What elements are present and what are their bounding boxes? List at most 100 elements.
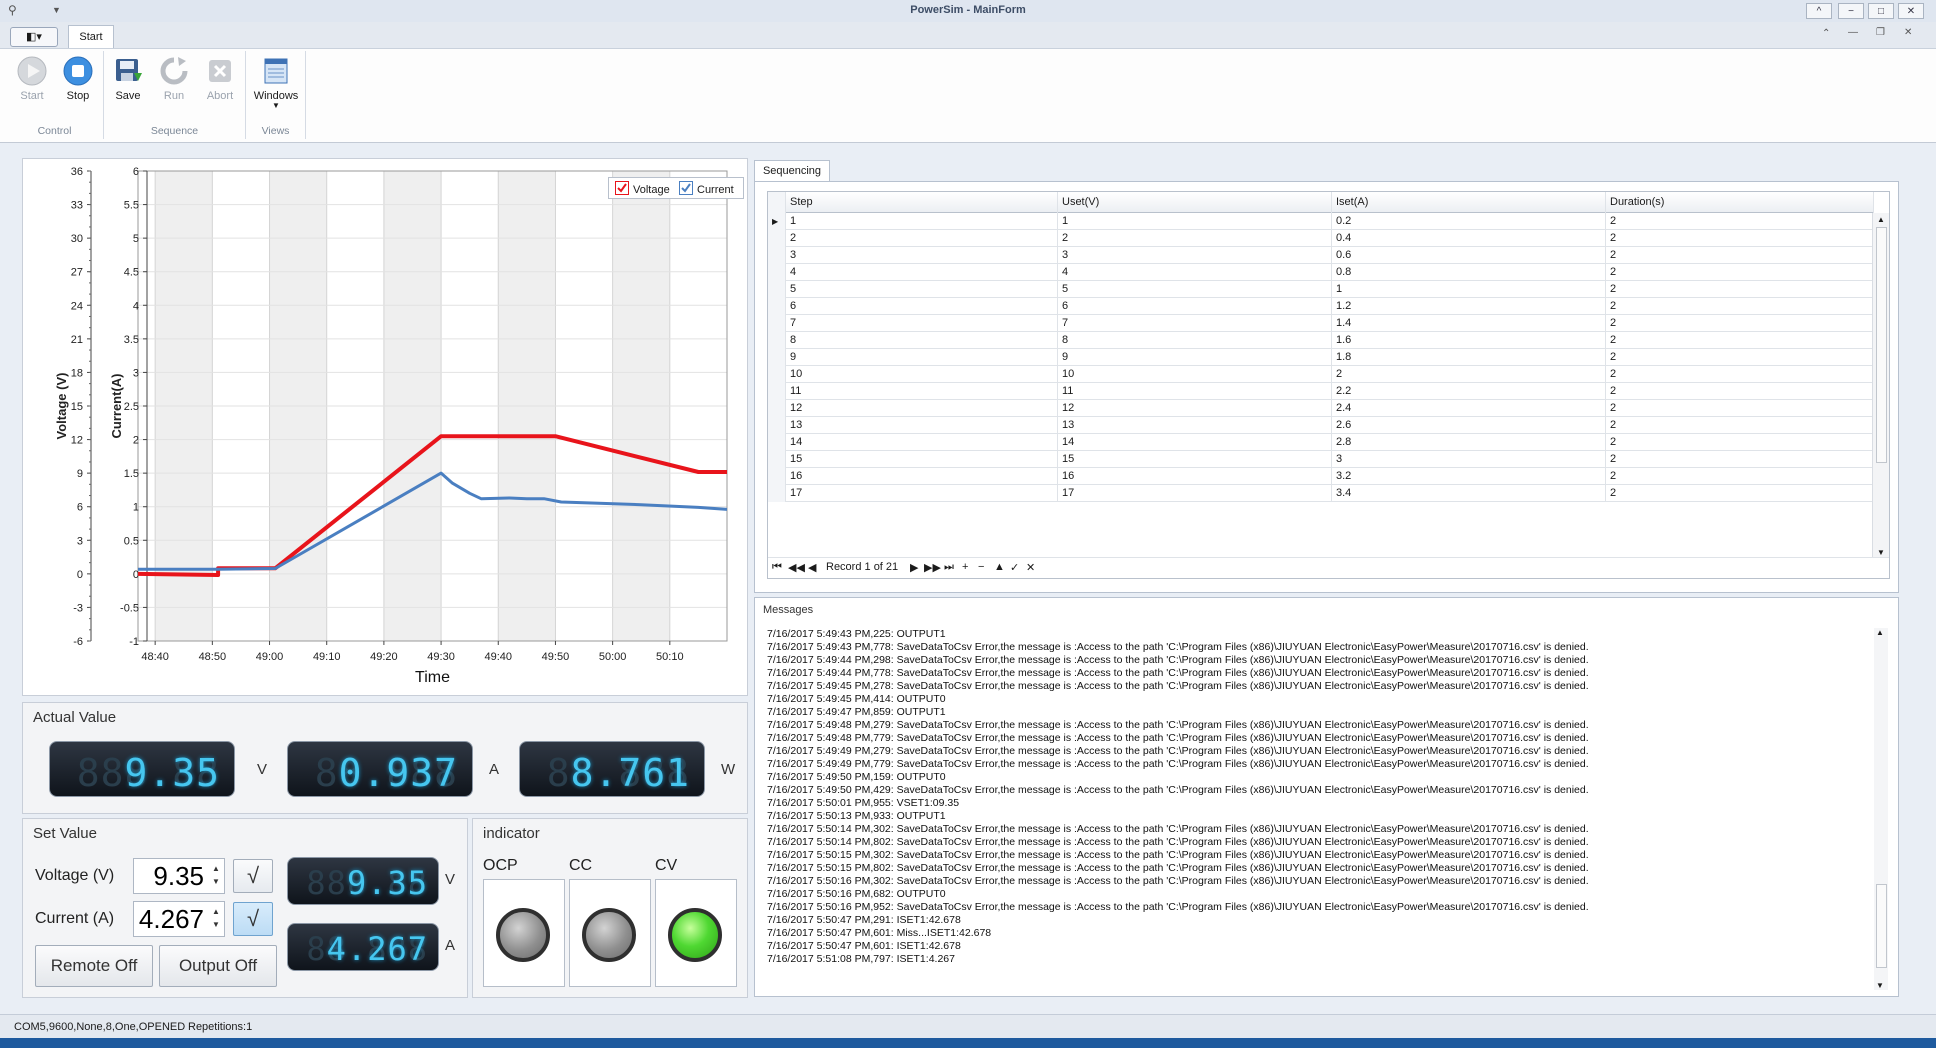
table-cell[interactable]: 2.8 — [1332, 434, 1606, 451]
table-cell[interactable]: 14 — [1058, 434, 1332, 451]
column-header[interactable]: Iset(A) — [1332, 192, 1606, 213]
table-cell[interactable]: 1.6 — [1332, 332, 1606, 349]
run-button[interactable]: Run — [152, 55, 196, 113]
mdi-close-icon[interactable]: ✕ — [1904, 27, 1912, 38]
table-row[interactable]: 7 7 1.4 2 — [768, 315, 1874, 332]
table-cell[interactable]: 13 — [786, 417, 1058, 434]
collapse-ribbon-icon[interactable]: ⌃ — [1822, 28, 1830, 39]
row-indicator[interactable] — [768, 400, 786, 417]
row-indicator[interactable] — [768, 349, 786, 366]
sequence-grid[interactable]: Step Uset(V) Iset(A) Duration(s) ▶ 1 1 0.2 2 2 2 0.… — [767, 191, 1890, 579]
table-cell[interactable]: 12 — [1058, 400, 1332, 417]
apply-voltage-button[interactable]: √ — [233, 859, 273, 893]
current-checkbox[interactable] — [679, 181, 693, 195]
column-header[interactable]: Uset(V) — [1058, 192, 1332, 213]
row-indicator[interactable] — [768, 230, 786, 247]
table-cell[interactable]: 0.6 — [1332, 247, 1606, 264]
table-cell[interactable]: 16 — [1058, 468, 1332, 485]
scroll-up-icon[interactable]: ▲ — [1877, 215, 1885, 224]
row-indicator[interactable] — [768, 332, 786, 349]
voltage-checkbox[interactable] — [615, 181, 629, 195]
minimize-button[interactable]: − — [1838, 3, 1864, 19]
table-cell[interactable]: 5 — [1058, 281, 1332, 298]
table-cell[interactable]: 2 — [1606, 281, 1874, 298]
scroll-thumb[interactable] — [1876, 884, 1887, 968]
row-indicator[interactable] — [768, 315, 786, 332]
table-cell[interactable]: 9 — [1058, 349, 1332, 366]
table-cell[interactable]: 2 — [1606, 247, 1874, 264]
voltage-input[interactable] — [134, 859, 208, 893]
spinner-arrows-icon[interactable]: ▲ ▼ — [210, 862, 222, 890]
row-indicator[interactable] — [768, 383, 786, 400]
table-row[interactable]: 2 2 0.4 2 — [768, 230, 1874, 247]
app-menu-button[interactable]: ◧▾ — [10, 27, 58, 47]
table-cell[interactable]: 2 — [1606, 213, 1874, 230]
table-cell[interactable]: 11 — [786, 383, 1058, 400]
table-cell[interactable]: 2 — [1606, 298, 1874, 315]
table-cell[interactable]: 2.2 — [1332, 383, 1606, 400]
row-indicator[interactable] — [768, 417, 786, 434]
table-cell[interactable]: 16 — [786, 468, 1058, 485]
nav-remove-button[interactable]: − — [978, 561, 984, 573]
table-cell[interactable]: 1.4 — [1332, 315, 1606, 332]
current-spinner[interactable]: ▲▼ — [133, 901, 225, 937]
nav-next-page-button[interactable]: ▶▶ — [924, 561, 941, 574]
row-indicator[interactable] — [768, 366, 786, 383]
stop-button[interactable]: Stop — [56, 55, 100, 113]
help-button[interactable]: ^ — [1806, 3, 1832, 19]
table-cell[interactable]: 2.6 — [1332, 417, 1606, 434]
table-cell[interactable]: 2 — [786, 230, 1058, 247]
table-cell[interactable]: 0.4 — [1332, 230, 1606, 247]
grid-scrollbar[interactable]: ▲ ▼ — [1872, 213, 1889, 559]
nav-prev-page-button[interactable]: ◀◀ — [788, 561, 805, 574]
table-row[interactable]: 15 15 3 2 — [768, 451, 1874, 468]
table-cell[interactable]: 2 — [1606, 400, 1874, 417]
nav-last-button[interactable]: ⏭ — [944, 561, 954, 574]
scroll-thumb[interactable] — [1876, 227, 1887, 463]
table-cell[interactable]: 1 — [1332, 281, 1606, 298]
row-indicator[interactable]: ▶ — [768, 213, 786, 230]
table-cell[interactable]: 3 — [786, 247, 1058, 264]
table-row[interactable]: 9 9 1.8 2 — [768, 349, 1874, 366]
maximize-button[interactable]: □ — [1868, 3, 1894, 19]
table-cell[interactable]: 4 — [786, 264, 1058, 281]
nav-next-button[interactable]: ▶ — [910, 561, 918, 574]
nav-apply-button[interactable]: ✓ — [1010, 561, 1019, 574]
mdi-minimize-icon[interactable]: — — [1848, 27, 1858, 38]
row-indicator[interactable] — [768, 434, 786, 451]
row-indicator[interactable] — [768, 468, 786, 485]
table-cell[interactable]: 3 — [1058, 247, 1332, 264]
table-row[interactable]: 10 10 2 2 — [768, 366, 1874, 383]
scroll-up-icon[interactable]: ▲ — [1876, 628, 1884, 637]
table-row[interactable]: 8 8 1.6 2 — [768, 332, 1874, 349]
scroll-down-icon[interactable]: ▼ — [1877, 548, 1885, 557]
abort-button[interactable]: Abort — [198, 55, 242, 113]
table-cell[interactable]: 17 — [1058, 485, 1332, 502]
close-button[interactable]: ✕ — [1898, 3, 1924, 19]
table-cell[interactable]: 10 — [786, 366, 1058, 383]
table-row[interactable]: ▶ 1 1 0.2 2 — [768, 213, 1874, 230]
table-cell[interactable]: 2 — [1606, 264, 1874, 281]
table-cell[interactable]: 2 — [1606, 468, 1874, 485]
mdi-restore-icon[interactable]: ❐ — [1876, 27, 1885, 38]
table-cell[interactable]: 2 — [1606, 349, 1874, 366]
table-cell[interactable]: 1 — [786, 213, 1058, 230]
spinner-arrows-icon[interactable]: ▲ ▼ — [210, 905, 222, 933]
table-cell[interactable]: 11 — [1058, 383, 1332, 400]
table-row[interactable]: 17 17 3.4 2 — [768, 485, 1874, 502]
table-cell[interactable]: 6 — [786, 298, 1058, 315]
table-cell[interactable]: 1.2 — [1332, 298, 1606, 315]
table-cell[interactable]: 2 — [1606, 315, 1874, 332]
nav-cancel-button[interactable]: ✕ — [1026, 561, 1035, 574]
legend-item-voltage[interactable]: Voltage — [615, 181, 670, 196]
row-indicator[interactable] — [768, 247, 786, 264]
table-cell[interactable]: 2 — [1606, 434, 1874, 451]
table-row[interactable]: 13 13 2.6 2 — [768, 417, 1874, 434]
table-row[interactable]: 6 6 1.2 2 — [768, 298, 1874, 315]
save-button[interactable]: Save — [106, 55, 150, 113]
table-row[interactable]: 12 12 2.4 2 — [768, 400, 1874, 417]
table-row[interactable]: 3 3 0.6 2 — [768, 247, 1874, 264]
table-cell[interactable]: 2 — [1606, 366, 1874, 383]
table-cell[interactable]: 15 — [786, 451, 1058, 468]
table-cell[interactable]: 7 — [1058, 315, 1332, 332]
